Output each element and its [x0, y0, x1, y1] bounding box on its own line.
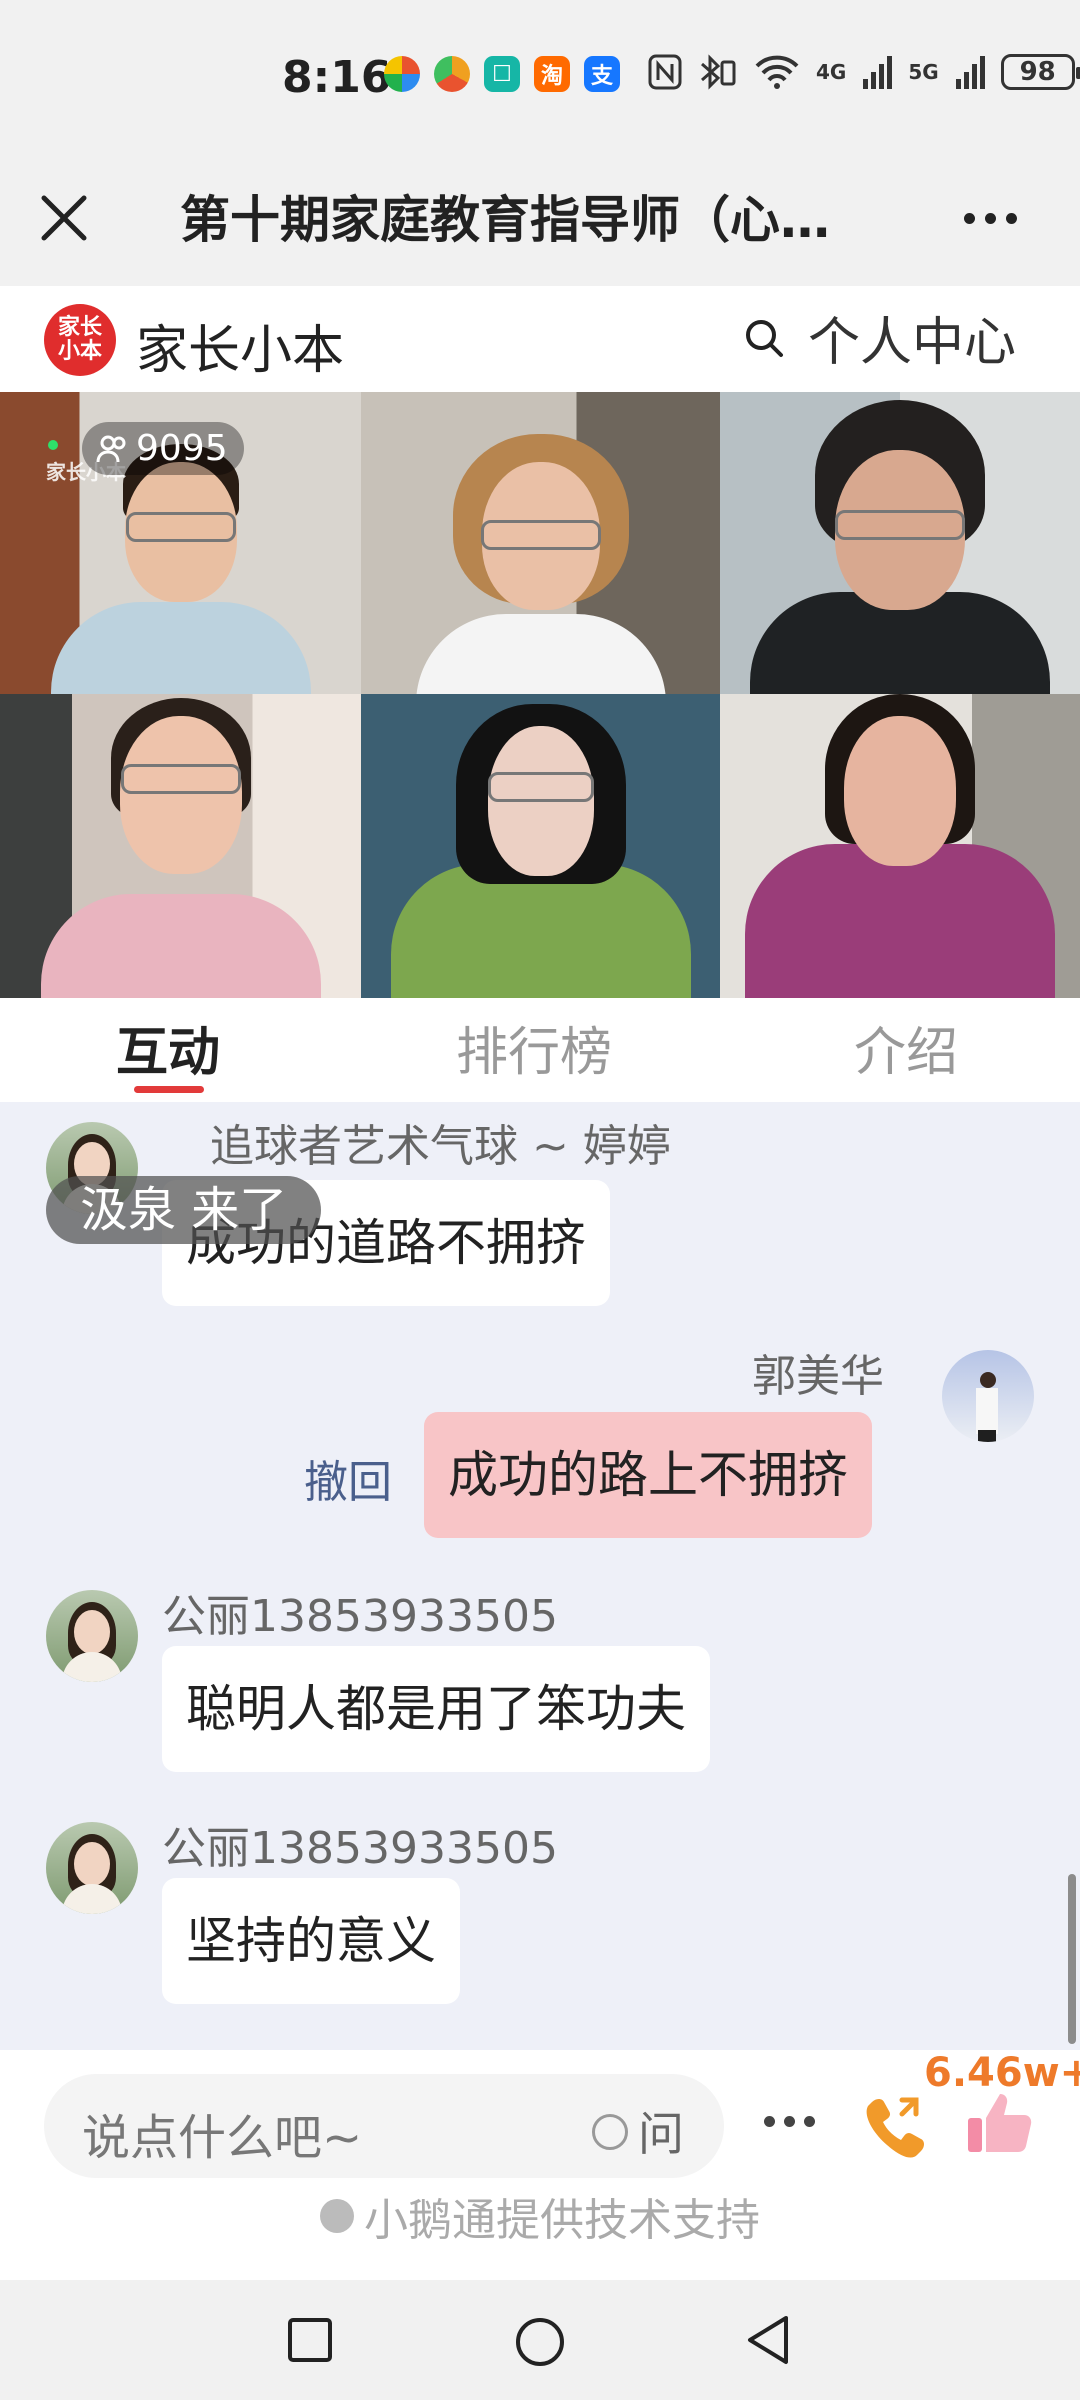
video-tile-6[interactable] — [720, 694, 1080, 998]
more-actions-icon[interactable] — [764, 2116, 815, 2127]
my-message-bubble[interactable]: 成功的路上不拥挤 — [424, 1412, 872, 1538]
comment-placeholder: 说点什么吧~ — [82, 2110, 363, 2166]
back-icon[interactable] — [740, 2312, 796, 2368]
avatar[interactable] — [46, 1822, 138, 1914]
avatar[interactable] — [46, 1590, 138, 1682]
active-tab-indicator — [134, 1086, 204, 1093]
ask-toggle-label[interactable]: 问 — [638, 2098, 684, 2164]
join-notice: 汲泉 来了 — [46, 1176, 322, 1244]
video-tile-2[interactable] — [361, 392, 720, 694]
app-icon-1 — [384, 56, 420, 92]
viewer-count-badge: 9095 — [82, 422, 244, 475]
home-icon[interactable] — [510, 2312, 570, 2372]
system-navigation-bar — [0, 2280, 1080, 2400]
chat-list[interactable]: 追球者艺术气球 ~ 婷婷 成功的道路不拥挤 汲泉 来了 郭美华 成功的路上不拥挤… — [0, 1102, 1080, 2050]
like-count: 6.46w+ — [924, 2050, 1080, 2096]
brand-logo[interactable]: 家长 小本 — [44, 304, 116, 376]
app-icon-2 — [434, 56, 470, 92]
video-tile-5[interactable] — [361, 694, 720, 998]
app-icon-3: ☐ — [484, 56, 520, 92]
video-grid[interactable]: 家长小本 9095 — [0, 392, 1080, 998]
status-time: 8:16 — [282, 52, 392, 103]
message-bubble[interactable]: 聪明人都是用了笨功夫 — [162, 1646, 710, 1772]
search-icon[interactable] — [742, 316, 786, 360]
ask-toggle-icon[interactable] — [592, 2114, 628, 2150]
alipay-icon: 支 — [584, 56, 620, 92]
recall-button[interactable]: 撤回 — [304, 1446, 392, 1510]
message-bubble[interactable]: 坚持的意义 — [162, 1878, 460, 2004]
viewers-icon — [96, 435, 126, 462]
video-tile-1[interactable]: 家长小本 9095 — [0, 392, 361, 694]
xiaoetong-icon — [320, 2199, 354, 2233]
live-indicator — [48, 440, 58, 450]
powered-by: 小鹅通提供技术支持 — [0, 2184, 1080, 2248]
call-icon[interactable] — [858, 2086, 932, 2160]
notification-icons: ☐ 淘 支 — [384, 56, 620, 92]
chat-scrollbar[interactable] — [1068, 1874, 1076, 2044]
message-username: 追球者艺术气球 ~ 婷婷 — [210, 1121, 671, 1172]
tab-introduction[interactable]: 介绍 — [854, 1010, 958, 1085]
video-tile-3[interactable] — [720, 392, 1080, 694]
signal-4g-label: 4G — [816, 60, 847, 84]
wifi-icon — [755, 55, 799, 89]
page-title: 第十期家庭教育指导师（心… — [180, 191, 830, 249]
tab-leaderboard[interactable]: 排行榜 — [456, 1010, 612, 1085]
close-icon[interactable] — [32, 186, 96, 250]
brand-name: 家长小本 — [136, 321, 345, 381]
tab-bar: 互动 排行榜 介绍 — [0, 998, 1080, 1102]
comment-input[interactable]: 说点什么吧~ 问 — [44, 2074, 724, 2178]
message-username: 公丽13853933505 — [162, 1823, 558, 1874]
system-indicators: 4G 5G 98 — [648, 54, 1080, 90]
bluetooth-icon — [701, 54, 736, 90]
recent-apps-icon[interactable] — [282, 2312, 338, 2368]
signal-4g-icon — [863, 56, 893, 89]
input-bar: 说点什么吧~ 问 6.46w+ 小鹅通提供技术支持 — [0, 2050, 1080, 2280]
my-avatar[interactable] — [942, 1350, 1034, 1442]
viewer-count: 9095 — [136, 428, 228, 469]
powered-by-text: 小鹅通提供技术支持 — [364, 2195, 760, 2246]
status-bar: 8:16 ☐ 淘 支 4G 5G 98 — [0, 0, 1080, 160]
signal-5g-icon — [955, 56, 985, 89]
title-bar: 第十期家庭教育指导师（心… — [0, 160, 1080, 286]
app-header: 家长 小本 家长小本 个人中心 — [0, 286, 1080, 392]
video-tile-4[interactable] — [0, 694, 361, 998]
battery-indicator: 98 — [1000, 54, 1080, 90]
more-options-icon[interactable] — [950, 186, 1030, 250]
tab-interaction[interactable]: 互动 — [116, 1010, 220, 1085]
signal-5g-label: 5G — [908, 60, 939, 84]
message-username: 公丽13853933505 — [162, 1591, 558, 1642]
message-username: 郭美华 — [752, 1351, 884, 1402]
nfc-icon — [648, 54, 682, 90]
taobao-icon: 淘 — [534, 56, 570, 92]
personal-center-link[interactable]: 个人中心 — [808, 300, 1016, 375]
like-icon[interactable] — [962, 2086, 1036, 2160]
